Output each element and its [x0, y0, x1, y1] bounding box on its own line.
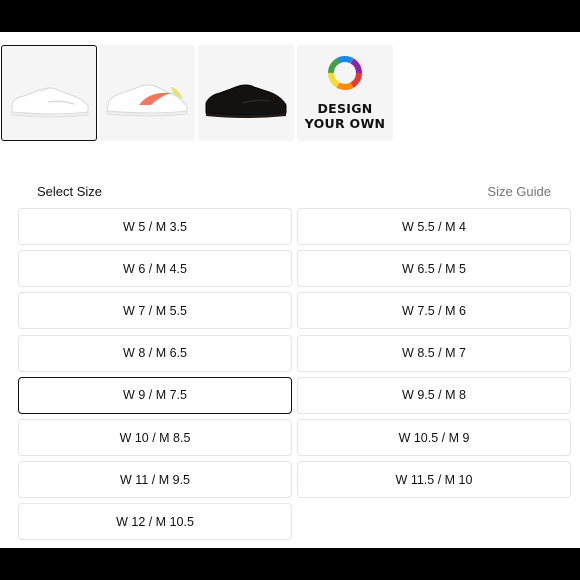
product-panel: DESIGN YOUR OWN Select Size Size Guide W…	[0, 32, 580, 548]
size-option[interactable]: W 10.5 / M 9	[297, 419, 571, 456]
thumbnail-black[interactable]	[198, 45, 294, 141]
size-option[interactable]: W 8 / M 6.5	[18, 334, 292, 372]
size-option[interactable]: W 12 / M 10.5	[18, 503, 292, 541]
size-option[interactable]: W 7 / M 5.5	[18, 292, 292, 330]
size-header: Select Size Size Guide	[0, 184, 580, 204]
black-sneaker-icon	[205, 84, 287, 118]
size-option[interactable]: W 11.5 / M 10	[297, 461, 571, 499]
size-option[interactable]: W 7.5 / M 6	[297, 292, 571, 330]
size-option[interactable]: W 9 / M 7.5	[18, 376, 292, 414]
thumbnail-white-pink[interactable]	[99, 45, 195, 141]
design-your-own-label: DESIGN YOUR OWN	[304, 101, 386, 131]
thumbnail-white[interactable]	[1, 45, 97, 141]
size-option[interactable]: W 6.5 / M 5	[297, 250, 571, 288]
size-guide-link[interactable]: Size Guide	[487, 184, 551, 199]
size-option[interactable]: W 5.5 / M 4	[297, 208, 571, 245]
size-option[interactable]: W 9.5 / M 8	[297, 376, 571, 414]
select-size-label: Select Size	[37, 184, 103, 199]
size-option[interactable]: W 6 / M 4.5	[18, 250, 292, 288]
size-option[interactable]: W 8.5 / M 7	[297, 334, 571, 372]
white-sneaker-icon	[11, 87, 89, 118]
thumbnail-design-your-own[interactable]: DESIGN YOUR OWN	[297, 45, 393, 141]
white-pink-sneaker-icon	[106, 84, 188, 117]
size-option[interactable]: W 11 / M 9.5	[18, 461, 292, 499]
size-option[interactable]: W 5 / M 3.5	[18, 208, 292, 245]
size-option[interactable]: W 10 / M 8.5	[18, 419, 292, 456]
